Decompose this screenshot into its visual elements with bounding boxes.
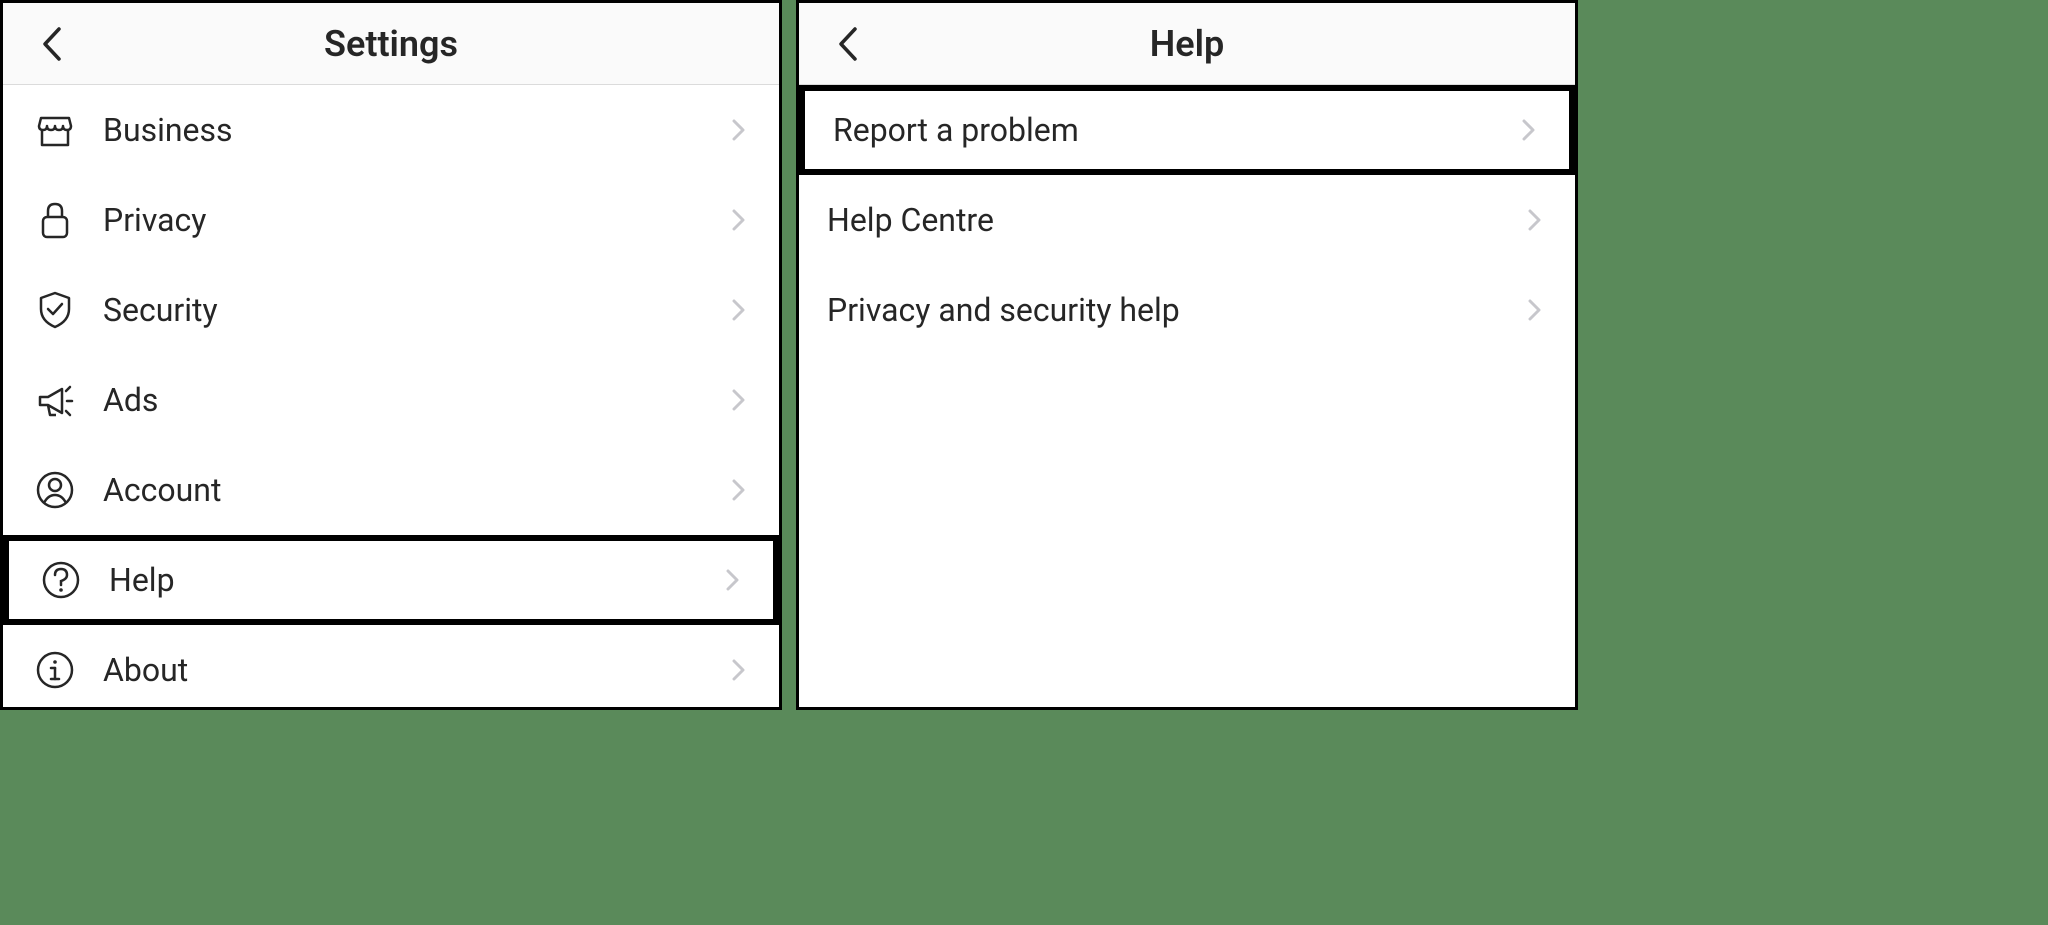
help-title: Help — [1150, 23, 1224, 65]
chevron-right-icon — [727, 478, 751, 502]
chevron-right-icon — [1523, 208, 1547, 232]
help-item-report-problem[interactable]: Report a problem — [799, 85, 1575, 175]
chevron-right-icon — [727, 118, 751, 142]
chevron-right-icon — [727, 298, 751, 322]
settings-list: Business Privacy — [3, 85, 779, 707]
settings-item-label: Help — [109, 561, 721, 599]
chevron-right-icon — [727, 208, 751, 232]
settings-item-ads[interactable]: Ads — [3, 355, 779, 445]
chevron-right-icon — [721, 568, 745, 592]
settings-item-business[interactable]: Business — [3, 85, 779, 175]
chevron-right-icon — [727, 388, 751, 412]
settings-panel: Settings Business — [0, 0, 782, 710]
help-header: Help — [799, 3, 1575, 85]
chevron-right-icon — [727, 658, 751, 682]
settings-title: Settings — [324, 23, 458, 65]
help-item-label: Report a problem — [833, 111, 1517, 149]
help-item-help-centre[interactable]: Help Centre — [799, 175, 1575, 265]
help-item-label: Help Centre — [827, 201, 1523, 239]
settings-item-label: Account — [103, 471, 727, 509]
settings-header: Settings — [3, 3, 779, 85]
settings-item-label: Security — [103, 291, 727, 329]
question-icon — [37, 556, 85, 604]
settings-item-label: Ads — [103, 381, 727, 419]
help-item-privacy-security-help[interactable]: Privacy and security help — [799, 265, 1575, 355]
help-panel: Help Report a problem Help Centre Privac… — [796, 0, 1578, 710]
back-button[interactable] — [829, 24, 869, 64]
storefront-icon — [31, 106, 79, 154]
settings-item-privacy[interactable]: Privacy — [3, 175, 779, 265]
settings-item-security[interactable]: Security — [3, 265, 779, 355]
settings-item-help[interactable]: Help — [3, 535, 779, 625]
settings-item-label: Privacy — [103, 201, 727, 239]
chevron-right-icon — [1523, 298, 1547, 322]
back-icon — [39, 25, 67, 63]
lock-icon — [31, 196, 79, 244]
help-list: Report a problem Help Centre Privacy and… — [799, 85, 1575, 707]
person-icon — [31, 466, 79, 514]
shield-icon — [31, 286, 79, 334]
settings-item-label: About — [103, 651, 727, 689]
settings-item-account[interactable]: Account — [3, 445, 779, 535]
help-item-label: Privacy and security help — [827, 291, 1523, 329]
megaphone-icon — [31, 376, 79, 424]
settings-item-label: Business — [103, 111, 727, 149]
back-button[interactable] — [33, 24, 73, 64]
back-icon — [835, 25, 863, 63]
chevron-right-icon — [1517, 118, 1541, 142]
settings-item-about[interactable]: About — [3, 625, 779, 707]
info-icon — [31, 646, 79, 694]
